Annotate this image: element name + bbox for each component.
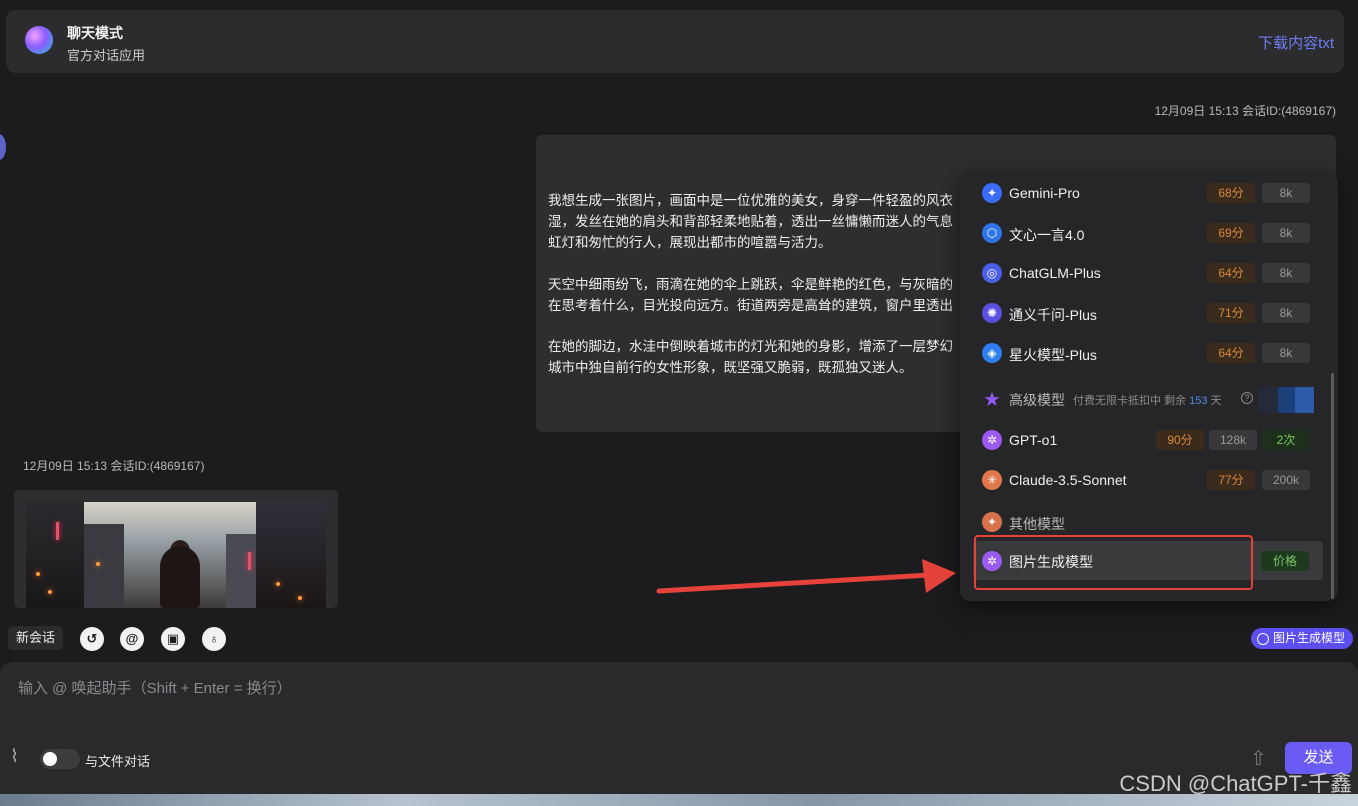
message-input[interactable] [18,674,1218,702]
context-badge: 8k [1262,343,1310,363]
score-badge: 68分 [1207,183,1255,203]
model-option[interactable]: ✲ GPT-o1 90分 128k 2次 [960,422,1320,458]
collapsed-sidebar-handle[interactable] [0,134,6,160]
star-icon: ★ [983,388,1001,411]
model-option[interactable]: ✦ Gemini-Pro 68分 8k [960,175,1320,211]
image-building [26,502,84,608]
file-chat-toggle[interactable] [40,749,80,769]
image-neon-sign [56,522,59,540]
image-light [276,582,280,586]
image-light [36,572,40,576]
score-badge: 90分 [1156,430,1204,450]
score-badge: 64分 [1207,263,1255,283]
generated-image[interactable] [26,502,326,608]
image-light [48,590,52,594]
toggle-knob [43,752,57,766]
premium-group-note: 付费无限卡抵扣中 剩余 153 天 [1073,395,1222,407]
annotation-arrow [656,559,956,594]
new-session-button[interactable]: 新会话 [8,626,64,650]
help-icon[interactable]: ? [1241,392,1253,404]
score-badge: 64分 [1207,343,1255,363]
image-figure [160,546,200,608]
chatglm-icon: ◎ [982,263,1002,283]
model-option-name: 通义千问-Plus [1009,307,1097,323]
model-option-name: ChatGLM-Plus [1009,265,1101,281]
score-badge: 71分 [1207,303,1255,323]
image-building [84,524,124,608]
other-group-title: 其他模型 [1009,516,1065,532]
current-model-label: 图片生成模型 [1272,631,1345,645]
openai-icon: ✲ [982,430,1002,450]
model-option[interactable]: ✳ Claude-3.5-Sonnet 77分 200k [960,462,1320,498]
assistant-image-message [14,490,338,608]
current-model-chip[interactable]: 图片生成模型 [1250,628,1353,649]
model-option[interactable]: ✺ 通义千问-Plus 71分 8k [960,295,1320,331]
app-logo-icon [25,26,53,54]
app-header: 聊天模式 官方对话应用 下载内容txt [6,10,1344,73]
xinghuo-icon: ◈ [982,343,1002,363]
context-badge: 200k [1262,470,1310,490]
score-badge: 77分 [1207,470,1255,490]
image-light [298,596,302,600]
model-option-name: GPT-o1 [1009,432,1058,448]
premium-status-blocks [1258,387,1314,413]
model-option-name: Gemini-Pro [1009,185,1080,201]
context-badge: 8k [1262,303,1310,323]
download-txt-link[interactable]: 下载内容txt [1258,32,1334,53]
openai-icon [1256,632,1269,645]
context-badge: 8k [1262,263,1310,283]
model-option[interactable]: ◎ ChatGLM-Plus 64分 8k [960,255,1320,291]
mention-icon[interactable]: @ [120,627,144,651]
context-badge: 8k [1262,183,1310,203]
history-icon[interactable]: ↺ [80,627,104,651]
image-building [256,502,326,608]
image-building [226,534,260,608]
app-title: 聊天模式 [67,25,123,41]
model-option-name: 星火模型-Plus [1009,347,1097,363]
model-option-name: Claude-3.5-Sonnet [1009,472,1127,488]
lightbulb-icon[interactable]: ♁ [202,627,226,651]
price-badge[interactable]: 价格 [1261,551,1309,571]
model-option-name: 文心一言4.0 [1009,227,1085,243]
tongyi-icon: ✺ [982,303,1002,323]
attachment-icon[interactable]: ⌇ [10,746,19,767]
highlight-annotation-box [974,535,1253,590]
assistant-message-timestamp: 12月09日 15:13 会话ID:(4869167) [23,459,205,473]
file-chat-toggle-label: 与文件对话 [85,754,151,769]
context-badge: 128k [1209,430,1257,450]
remaining-days: 153 [1189,395,1208,407]
image-light [96,562,100,566]
image-neon-sign [248,552,251,570]
gemini-icon: ✦ [982,183,1002,203]
claude-icon: ✳ [982,470,1002,490]
image-icon[interactable]: ▣ [161,627,185,651]
usage-count-badge: 2次 [1262,430,1310,450]
score-badge: 69分 [1207,223,1255,243]
premium-group-title: 高级模型 [1009,392,1065,408]
wenxin-icon: ⬡ [982,223,1002,243]
user-message-timestamp: 12月09日 15:13 会话ID:(4869167) [1154,104,1336,118]
dropdown-scrollbar[interactable] [1331,373,1334,599]
watermark-text: CSDN @ChatGPT-千鑫 [1119,771,1352,796]
model-option[interactable]: ◈ 星火模型-Plus 64分 8k [960,335,1320,371]
sparkle-icon: ✦ [982,512,1002,532]
model-option[interactable]: ⬡ 文心一言4.0 69分 8k [960,215,1320,251]
app-subtitle: 官方对话应用 [67,48,146,63]
context-badge: 8k [1262,223,1310,243]
